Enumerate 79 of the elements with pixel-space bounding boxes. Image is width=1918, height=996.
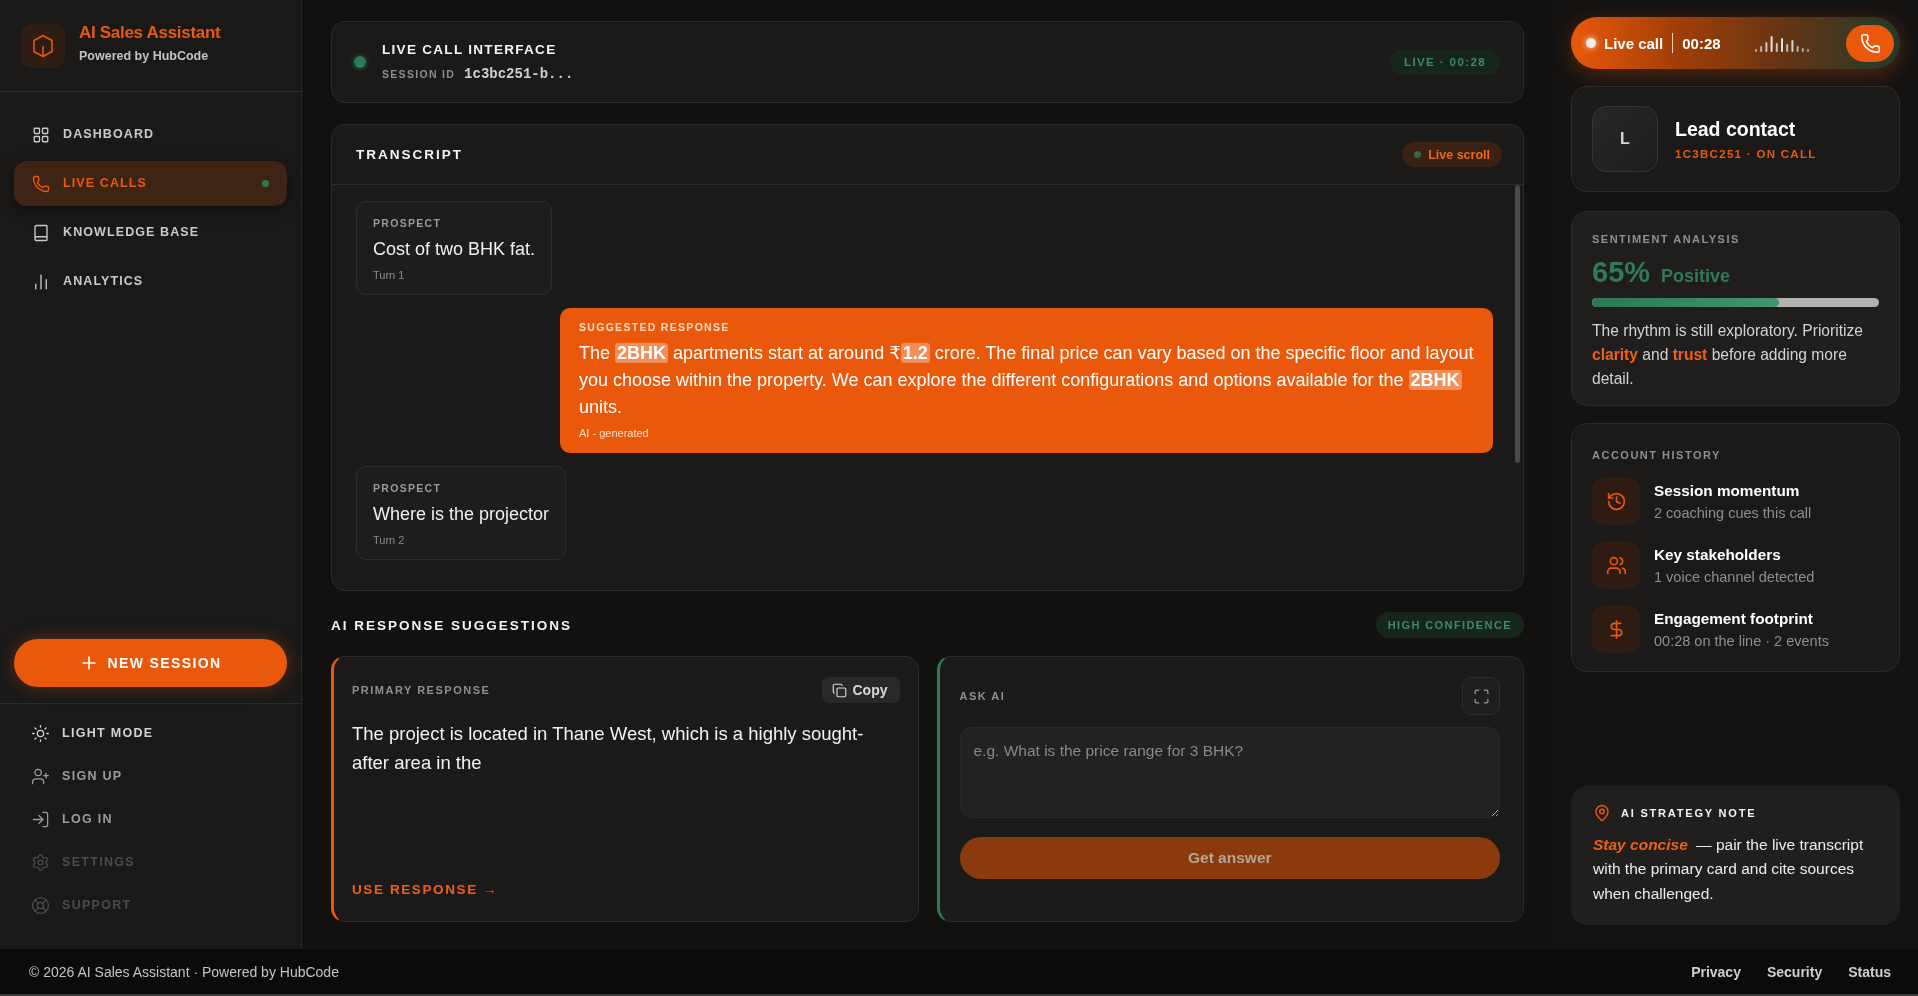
copyright-text: © 2026 AI Sales Assistant · Powered by HubCode (29, 963, 339, 980)
lifebuoy-icon (31, 896, 50, 915)
sentiment-text: The rhythm is still exploratory. Prioritize clarity and trust before adding more detail. (1592, 321, 1864, 389)
sun-icon (31, 724, 50, 743)
grid-icon (32, 125, 50, 144)
people-icon (1592, 541, 1640, 589)
history-detail: 1 voice channel detected (1654, 568, 1815, 585)
note-title: AI STRATEGY NOTE (1621, 806, 1757, 819)
book-icon (32, 223, 50, 242)
confidence-badge: HIGH CONFIDENCE (1375, 612, 1524, 638)
session-label: SESSION ID (382, 68, 456, 80)
new-session-button[interactable]: NEW SESSION (14, 639, 287, 687)
lead-status: 1C3BC251 · ON CALL (1675, 148, 1817, 160)
generated-label: AI - generated (579, 427, 650, 439)
card-label: SENTIMENT ANALYSIS (1592, 233, 1740, 245)
nav-item[interactable]: KNOWLEDGE BASE (14, 210, 287, 255)
status-dot (354, 56, 366, 68)
sentiment-score: 65% (1592, 256, 1651, 289)
panel-title: TRANSCRIPT (356, 147, 463, 162)
call-label: Live call (1604, 34, 1664, 52)
sentiment-label: Positive (1661, 266, 1731, 287)
history-icon (1592, 477, 1640, 525)
live-indicator-dot (1586, 38, 1596, 48)
history-title: Key stakeholders (1654, 545, 1782, 564)
nav-item[interactable]: LIVE CALLS (14, 161, 287, 206)
history-detail: 00:28 on the line · 2 events (1654, 632, 1829, 649)
nav-item[interactable]: DASHBOARD (14, 112, 287, 157)
login-icon (31, 810, 50, 829)
light-mode-toggle[interactable]: LIGHT MODE (14, 712, 287, 755)
footer-link[interactable]: Status (1848, 963, 1891, 980)
brand-title: AI Sales Assistant (79, 22, 221, 43)
turn-label: Turn 1 (373, 269, 406, 281)
card-label: ASK AI (959, 690, 1006, 702)
message-text: Where is the projector (373, 503, 550, 526)
card-label: ACCOUNT HISTORY (1592, 449, 1721, 461)
card-label: PRIMARY RESPONSE (352, 684, 491, 696)
message-text: Cost of two BHK fat. (373, 238, 536, 261)
use-response-link[interactable]: USE RESPONSE → (352, 882, 499, 897)
phone-icon (32, 174, 50, 193)
expand-button[interactable] (1462, 677, 1500, 715)
footer-link[interactable]: Security (1766, 963, 1823, 980)
live-status-badge: LIVE · 00:28 (1390, 49, 1500, 75)
suggestion-text: The 2BHK apartments start at around ₹1.2 crore. The final price can vary based on the specific floor and layout you choose within the property. We can explore the different configurations and options available for the 2BHK units. (579, 342, 1474, 419)
nav-item[interactable]: ANALYTICS (14, 259, 287, 304)
history-detail: 2 coaching cues this call (1654, 504, 1812, 521)
pin-icon (1593, 803, 1611, 822)
avatar: L (1592, 106, 1658, 172)
speaker-label: PROSPECT (373, 217, 443, 229)
history-title: Engagement footprint (1654, 609, 1814, 628)
badge-label: Live scroll (1428, 147, 1490, 162)
expand-icon (1472, 687, 1490, 705)
settings-icon (31, 853, 50, 872)
hexagon-logo-icon (21, 23, 65, 68)
section-title: AI RESPONSE SUGGESTIONS (331, 617, 573, 633)
phone-icon (1859, 32, 1881, 54)
copy-icon (831, 682, 847, 698)
status-dot (1414, 151, 1422, 158)
call-timer: 00:28 (1682, 34, 1721, 52)
sidebar-link[interactable]: SIGN UP (14, 755, 287, 798)
note-text: Stay concise — pair the live transcript with the primary card and cite sources when challenged. (1593, 834, 1865, 904)
copy-button[interactable]: Copy (821, 677, 900, 703)
session-id: 1c3bc251-b... (464, 66, 574, 82)
turn-label: Turn 2 (373, 534, 406, 546)
user-plus-icon (31, 767, 50, 786)
response-text: The project is located in Thane West, which is a highly sought-after area in the (352, 722, 865, 775)
speaker-label: PROSPECT (373, 482, 443, 494)
brand-subtitle: Powered by HubCode (79, 48, 210, 63)
call-title: LIVE CALL INTERFACE (382, 42, 558, 57)
history-title: Session momentum (1654, 481, 1801, 500)
footer-link[interactable]: Privacy (1691, 963, 1741, 980)
lead-name: Lead contact (1675, 118, 1797, 141)
bar-chart-icon (32, 272, 50, 291)
question-input[interactable]: e.g. What is the price range for 3 BHK? (959, 727, 1500, 818)
sidebar-link[interactable]: LOG IN (14, 798, 287, 841)
suggestion-label: SUGGESTED RESPONSE (579, 321, 731, 333)
waveform-icon (1754, 34, 1811, 52)
call-button[interactable] (1846, 24, 1894, 62)
scrollbar-thumb[interactable] (1515, 185, 1520, 463)
dollar-icon (1592, 605, 1640, 653)
